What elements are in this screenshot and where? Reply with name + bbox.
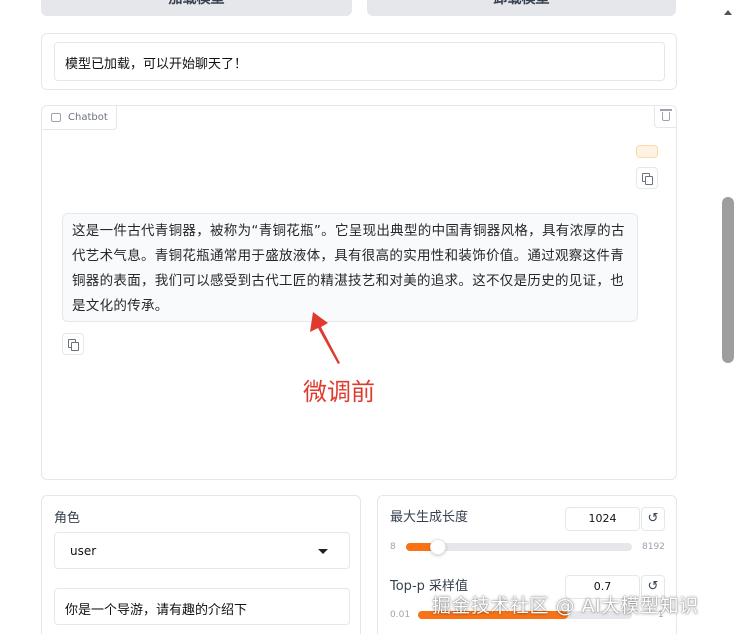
role-select-value: user bbox=[70, 544, 97, 558]
status-panel: 模型已加载，可以开始聊天了！ bbox=[41, 33, 677, 90]
chevron-down-icon bbox=[318, 549, 328, 554]
scrollbar-thumb[interactable] bbox=[722, 197, 734, 363]
input-panel: 角色 user 你是一个导游，请有趣的介绍下 bbox=[41, 495, 361, 634]
chat-icon bbox=[51, 113, 61, 122]
chatbot-panel: Chatbot 这是一件古代青铜器，被称为“青铜花瓶”。它呈现出典型的中国青铜器… bbox=[41, 105, 677, 480]
page: 加载模型 卸载模型 模型已加载，可以开始聊天了！ Chatbot 这是一件古代青… bbox=[0, 0, 737, 634]
max-length-input[interactable]: 1024 bbox=[565, 507, 640, 531]
role-label: 角色 bbox=[54, 511, 81, 526]
scroll-up-icon[interactable] bbox=[724, 10, 732, 15]
chatbot-label-text: Chatbot bbox=[68, 112, 108, 123]
copy-user-message-button[interactable] bbox=[636, 167, 658, 189]
clear-chat-button[interactable] bbox=[654, 106, 676, 128]
max-length-slider[interactable] bbox=[406, 539, 632, 555]
top-p-min: 0.01 bbox=[390, 610, 411, 620]
copy-bot-message-button[interactable] bbox=[62, 333, 84, 355]
annotation-label: 微调前 bbox=[303, 378, 375, 406]
chatbot-label: Chatbot bbox=[42, 106, 117, 130]
max-length-label: 最大生成长度 bbox=[390, 510, 469, 525]
annotation-arrow-icon bbox=[310, 312, 340, 364]
max-length-reset-button[interactable]: ↺ bbox=[641, 507, 665, 531]
user-message-bubble bbox=[636, 145, 658, 158]
unload-model-button[interactable]: 卸载模型 bbox=[367, 0, 676, 16]
max-length-slider-thumb[interactable] bbox=[430, 539, 446, 555]
bot-message-bubble: 这是一件古代青铜器，被称为“青铜花瓶”。它呈现出典型的中国青铜器风格，具有浓厚的… bbox=[62, 213, 638, 322]
load-model-button[interactable]: 加载模型 bbox=[41, 0, 352, 16]
trash-icon bbox=[659, 109, 672, 121]
watermark: 掘金技术社区 @ AI大模型知识 bbox=[432, 595, 699, 617]
max-length-max: 8192 bbox=[642, 542, 665, 552]
status-textbox[interactable]: 模型已加载，可以开始聊天了！ bbox=[54, 42, 665, 81]
max-length-min: 8 bbox=[390, 542, 396, 552]
role-select[interactable]: user bbox=[54, 532, 350, 569]
prompt-input[interactable]: 你是一个导游，请有趣的介绍下 bbox=[54, 588, 350, 625]
